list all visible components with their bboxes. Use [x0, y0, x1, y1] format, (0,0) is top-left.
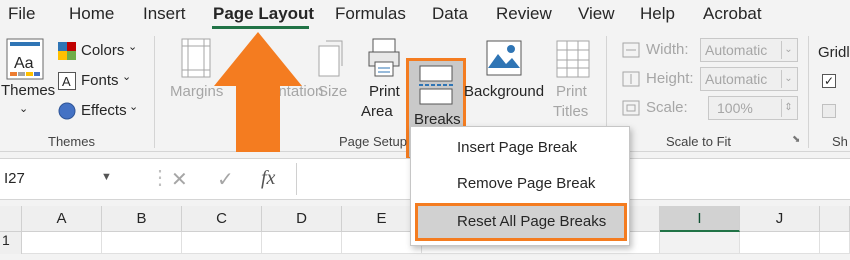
gridlines-header: Gridl	[818, 44, 850, 61]
svg-text:A: A	[62, 74, 71, 89]
enter-icon[interactable]: ✓	[217, 167, 234, 192]
tab-home[interactable]: Home	[69, 4, 114, 24]
background-icon	[486, 40, 522, 76]
orange-arrow-annotation	[214, 32, 302, 152]
themes-button[interactable]: Themes	[1, 82, 55, 99]
select-all-corner[interactable]	[0, 206, 22, 232]
active-tab-underline	[212, 26, 309, 29]
background-button[interactable]: Background	[464, 83, 544, 100]
width-value: Automatic	[705, 42, 768, 58]
chevron-down-icon: ⌄	[128, 41, 138, 53]
column-header-i[interactable]: I	[660, 206, 740, 232]
cell-a1[interactable]	[22, 232, 102, 254]
print-area-label-line2[interactable]: Area	[361, 103, 393, 120]
insert-function-icon[interactable]: fx	[261, 167, 275, 190]
colors-icon	[58, 42, 76, 60]
tab-insert[interactable]: Insert	[143, 4, 186, 24]
chevron-down-icon: ⌄	[19, 103, 29, 115]
print-titles-label-line1[interactable]: Print	[556, 83, 587, 100]
print-area-label-line1[interactable]: Print	[369, 83, 400, 100]
fonts-button[interactable]: Fonts	[81, 72, 119, 89]
spinner-arrows-icon: ⇕	[781, 99, 795, 117]
tab-review[interactable]: Review	[496, 4, 552, 24]
width-icon	[622, 42, 640, 58]
menu-item-insert-page-break[interactable]: Insert Page Break	[457, 139, 577, 156]
gridlines-print-checkbox[interactable]	[822, 104, 836, 118]
cell-d1[interactable]	[262, 232, 342, 254]
height-label: Height:	[646, 70, 694, 87]
scale-value: 100%	[717, 100, 753, 116]
more-options-icon: ⋮	[150, 167, 170, 189]
cell-c1[interactable]	[182, 232, 262, 254]
row-header-1[interactable]: 1	[0, 232, 22, 254]
cell-b1[interactable]	[102, 232, 182, 254]
tab-help[interactable]: Help	[640, 4, 675, 24]
chevron-down-icon[interactable]: ▼	[101, 171, 112, 183]
page-setup-group-label: Page Setup	[339, 134, 407, 149]
ribbon-tab-bar: File Home Insert Page Layout Formulas Da…	[0, 0, 850, 30]
size-button[interactable]: Size	[318, 83, 347, 100]
size-icon	[318, 40, 343, 77]
scale-to-fit-group-label: Scale to Fit	[666, 134, 732, 149]
height-value: Automatic	[705, 71, 768, 87]
width-label: Width:	[646, 41, 689, 58]
column-header-b[interactable]: B	[102, 206, 182, 232]
fonts-icon: A	[58, 72, 76, 90]
column-header-c[interactable]: C	[182, 206, 262, 232]
tab-file[interactable]: File	[8, 4, 35, 24]
height-combo[interactable]: Automatic ⌄	[700, 67, 798, 91]
effects-button[interactable]: Effects	[81, 102, 127, 119]
scale-spinner[interactable]: 100% ⇕	[708, 96, 798, 120]
sheet-options-group-label: Sh	[832, 134, 848, 149]
svg-text:Aa: Aa	[14, 55, 34, 72]
column-header-j[interactable]: J	[740, 206, 820, 232]
group-divider	[808, 36, 809, 148]
margins-icon	[181, 38, 211, 78]
tab-formulas[interactable]: Formulas	[335, 4, 406, 24]
chevron-down-icon: ⌄	[781, 70, 795, 88]
tab-page-layout[interactable]: Page Layout	[213, 4, 314, 24]
breaks-dropdown-menu: Insert Page Break Remove Page Break Rese…	[410, 126, 630, 246]
chevron-down-icon: ⌄	[122, 71, 132, 83]
cell-i1[interactable]	[660, 232, 740, 254]
themes-group-label: Themes	[48, 134, 95, 149]
chevron-down-icon: ⌄	[129, 101, 139, 113]
gridlines-view-checkbox[interactable]: ✓	[822, 74, 836, 88]
group-divider	[154, 36, 155, 148]
colors-button[interactable]: Colors	[81, 42, 124, 59]
print-titles-icon	[556, 40, 590, 78]
print-titles-label-line2[interactable]: Titles	[553, 103, 588, 120]
scale-icon	[622, 100, 640, 116]
chevron-down-icon: ⌄	[781, 41, 795, 59]
cell-k1[interactable]	[820, 232, 850, 254]
tab-view[interactable]: View	[578, 4, 615, 24]
menu-item-reset-all-page-breaks[interactable]: Reset All Page Breaks	[415, 203, 627, 241]
width-combo[interactable]: Automatic ⌄	[700, 38, 798, 62]
dialog-launcher-icon[interactable]: ⬊	[792, 134, 800, 145]
page-breaks-icon	[419, 65, 453, 105]
column-header-k[interactable]	[820, 206, 850, 232]
column-header-d[interactable]: D	[262, 206, 342, 232]
effects-icon	[58, 102, 76, 120]
column-header-a[interactable]: A	[22, 206, 102, 232]
tab-data[interactable]: Data	[432, 4, 468, 24]
tab-acrobat[interactable]: Acrobat	[703, 4, 762, 24]
menu-item-reset-label: Reset All Page Breaks	[457, 213, 607, 230]
formula-divider	[296, 163, 297, 195]
themes-icon[interactable]: Aa	[6, 38, 44, 80]
cancel-icon[interactable]: ✕	[171, 167, 188, 192]
cell-j1[interactable]	[740, 232, 820, 254]
menu-item-remove-page-break[interactable]: Remove Page Break	[457, 175, 595, 192]
scale-label: Scale:	[646, 99, 688, 116]
print-area-icon	[368, 38, 400, 77]
height-icon	[622, 71, 640, 87]
